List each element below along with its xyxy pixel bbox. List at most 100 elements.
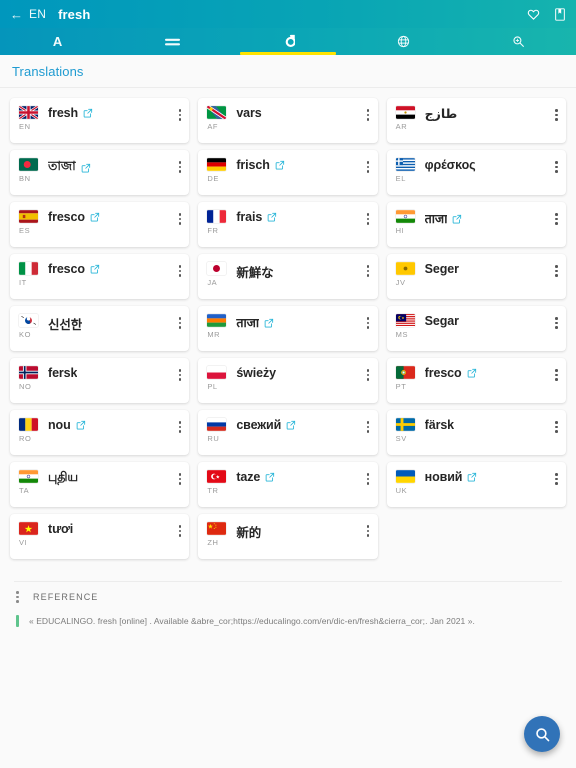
tab-search[interactable] — [461, 28, 576, 55]
card-more-options-icon[interactable] — [555, 421, 558, 433]
card-more-options-icon[interactable] — [555, 109, 558, 121]
translation-card[interactable]: RO nou — [10, 410, 190, 455]
external-link-icon[interactable] — [467, 472, 477, 482]
card-more-options-icon[interactable] — [178, 369, 182, 381]
translation-word: fersk — [48, 366, 78, 380]
external-link-icon[interactable] — [81, 163, 91, 173]
flag-icon — [19, 314, 38, 327]
card-body: новий — [425, 470, 559, 484]
bookmark-icon[interactable] — [554, 7, 566, 21]
top-app-bar: ← EN fresh — [0, 0, 576, 28]
translation-card[interactable]: JV Seger — [386, 254, 566, 299]
translation-card[interactable]: TR taze — [198, 462, 378, 507]
card-more-options-icon[interactable] — [366, 525, 370, 537]
card-more-options-icon[interactable] — [366, 473, 370, 485]
tab-definition[interactable]: A — [0, 28, 115, 55]
translation-card[interactable]: BN তাজা — [10, 150, 190, 195]
translation-card[interactable]: HI ताजा — [386, 202, 566, 247]
card-more-options-icon[interactable] — [366, 265, 370, 277]
translation-card[interactable]: MS Segar — [386, 306, 566, 351]
translation-card[interactable]: UK новий — [386, 462, 566, 507]
flag-icon — [19, 470, 38, 483]
external-link-icon[interactable] — [264, 318, 274, 328]
translation-card[interactable]: AF vars — [198, 98, 378, 143]
card-more-options-icon[interactable] — [178, 525, 182, 537]
tab-translations[interactable] — [230, 28, 345, 55]
translation-card[interactable]: JA 新鮮な — [198, 254, 378, 299]
translation-card[interactable]: KO 신선한 — [10, 306, 190, 351]
external-link-icon[interactable] — [267, 212, 277, 222]
language-code: AF — [207, 122, 219, 131]
external-link-icon[interactable] — [275, 160, 285, 170]
card-more-options-icon[interactable] — [555, 473, 558, 485]
translation-card[interactable]: ZH 新的 — [198, 514, 378, 559]
card-body: 新鮮な — [236, 262, 370, 281]
card-body: frais — [236, 210, 370, 224]
translation-card[interactable]: EL φρέσκος — [386, 150, 566, 195]
flag-icon — [207, 418, 227, 431]
source-language-code[interactable]: EN — [29, 7, 46, 21]
section-title: Translations — [12, 64, 84, 79]
external-link-icon[interactable] — [90, 212, 100, 222]
external-link-icon[interactable] — [90, 264, 100, 274]
card-more-options-icon[interactable] — [366, 369, 370, 381]
card-more-options-icon[interactable] — [555, 317, 558, 329]
translation-card[interactable]: DE frisch — [198, 150, 378, 195]
translation-card[interactable]: EN fresh — [10, 98, 190, 143]
external-link-icon[interactable] — [286, 420, 296, 430]
card-body: புதிய — [48, 470, 182, 486]
tab-languages[interactable] — [346, 28, 461, 55]
translation-card[interactable]: ES fresco — [10, 202, 190, 247]
language-code: JA — [207, 278, 218, 287]
translation-word: ताजा — [424, 212, 448, 226]
card-more-options-icon[interactable] — [178, 161, 182, 173]
language-code: PT — [395, 382, 407, 391]
translation-card[interactable]: SV färsk — [386, 410, 566, 455]
tab-synonyms[interactable] — [115, 28, 230, 55]
card-more-options-icon[interactable] — [178, 109, 182, 121]
external-link-icon[interactable] — [265, 472, 275, 482]
translation-word: তাজা — [48, 159, 76, 173]
card-body: fresco — [425, 366, 559, 380]
flag-icon — [395, 210, 415, 223]
flag-icon — [207, 262, 227, 275]
card-more-options-icon[interactable] — [555, 161, 558, 173]
translation-word: 신선한 — [48, 318, 83, 332]
translation-card[interactable]: RU свежий — [198, 410, 378, 455]
card-more-options-icon[interactable] — [555, 265, 558, 277]
translation-card[interactable]: VI tươi — [10, 514, 190, 559]
card-more-options-icon[interactable] — [366, 213, 370, 225]
heart-icon[interactable] — [527, 8, 540, 21]
back-arrow-icon[interactable]: ← — [10, 8, 23, 21]
card-more-options-icon[interactable] — [366, 421, 370, 433]
search-fab-button[interactable] — [524, 716, 560, 752]
card-body: φρέσκος — [425, 158, 559, 172]
card-more-options-icon[interactable] — [366, 317, 370, 329]
card-more-options-icon[interactable] — [178, 265, 182, 277]
external-link-icon[interactable] — [83, 108, 93, 118]
translation-card[interactable]: TA புதிய — [10, 462, 190, 507]
language-code: MS — [395, 330, 409, 339]
card-body: Segar — [425, 314, 559, 328]
external-link-icon[interactable] — [452, 214, 462, 224]
translation-card[interactable]: MR ताजा — [198, 306, 378, 351]
card-more-options-icon[interactable] — [178, 473, 182, 485]
translation-card[interactable]: FR frais — [198, 202, 378, 247]
translation-card[interactable]: NO fersk — [10, 358, 190, 403]
translation-card[interactable]: IT fresco — [10, 254, 190, 299]
card-more-options-icon[interactable] — [555, 369, 558, 381]
translation-card[interactable]: AR طازج — [386, 98, 566, 143]
external-link-icon[interactable] — [467, 368, 477, 378]
translation-card[interactable]: PT fresco — [386, 358, 566, 403]
card-more-options-icon[interactable] — [178, 317, 182, 329]
card-more-options-icon[interactable] — [178, 421, 182, 433]
translation-card[interactable]: PL świeży — [198, 358, 378, 403]
card-more-options-icon[interactable] — [366, 109, 370, 121]
flag-icon — [207, 106, 227, 119]
card-more-options-icon[interactable] — [555, 213, 558, 225]
card-body: 新的 — [236, 522, 370, 541]
reference-more-icon[interactable] — [16, 591, 19, 603]
card-more-options-icon[interactable] — [366, 161, 370, 173]
card-more-options-icon[interactable] — [178, 213, 182, 225]
external-link-icon[interactable] — [76, 420, 86, 430]
